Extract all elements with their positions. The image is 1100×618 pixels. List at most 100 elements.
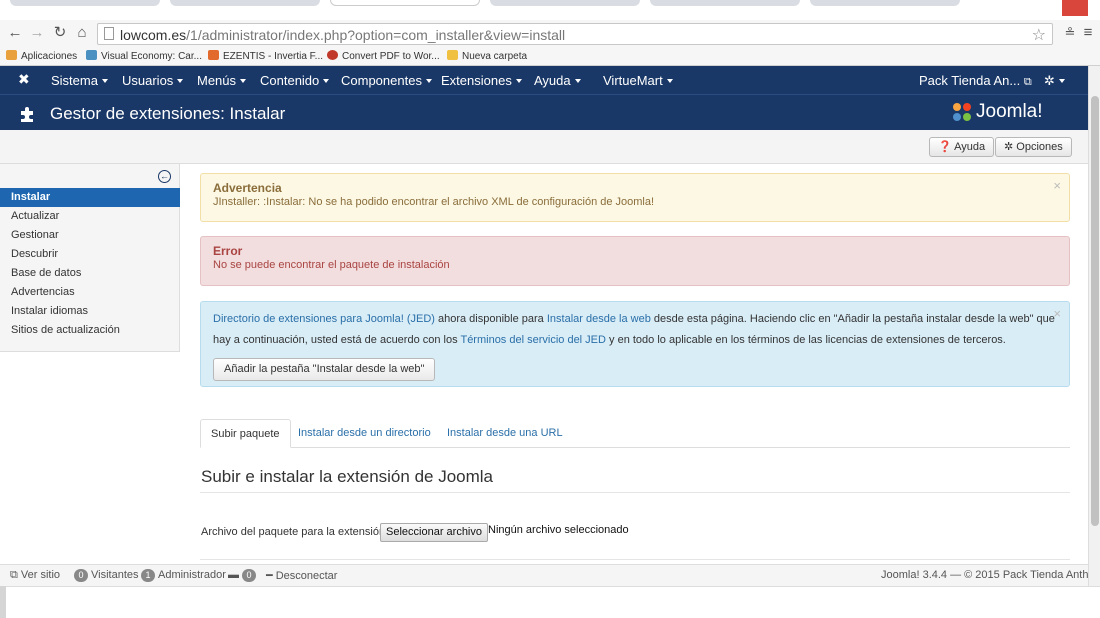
install-from-web-link[interactable]: Instalar desde la web bbox=[547, 313, 651, 325]
admins-status: 1 Administrador bbox=[141, 569, 226, 582]
options-button[interactable]: ✲ Opciones bbox=[995, 137, 1072, 157]
gear-icon: ✲ bbox=[1044, 73, 1055, 88]
warning-title: Advertencia bbox=[213, 181, 282, 195]
url-input[interactable]: lowcom.es/1/administrator/index.php?opti… bbox=[97, 23, 1053, 45]
visitors-status: 0 Visitantes bbox=[74, 569, 139, 582]
browser-tab-active[interactable] bbox=[330, 0, 480, 6]
chevron-down-icon bbox=[515, 79, 522, 83]
browser-tab-strip bbox=[0, 0, 1100, 20]
jed-info-alert: Directorio de extensiones para Joomla! (… bbox=[200, 301, 1070, 387]
back-arrow-icon[interactable]: ← bbox=[6, 24, 24, 42]
bookmark-star-icon[interactable]: ☆ bbox=[1032, 25, 1046, 45]
chevron-down-icon bbox=[240, 79, 247, 83]
url-path: /1/administrator/index.php?option=com_in… bbox=[186, 27, 566, 43]
menu-sistema[interactable]: Sistema bbox=[51, 73, 108, 88]
collapse-sidebar-icon[interactable]: ← bbox=[158, 170, 171, 183]
tab-instalar-url[interactable]: Instalar desde una URL bbox=[437, 419, 573, 448]
menu-usuarios[interactable]: Usuarios bbox=[122, 73, 184, 88]
chevron-down-icon bbox=[1058, 79, 1065, 83]
bookmark-item[interactable]: Convert PDF to Wor... bbox=[327, 50, 440, 62]
bookmark-apps[interactable]: Aplicaciones bbox=[6, 50, 77, 62]
chevron-down-icon bbox=[101, 79, 108, 83]
scrollbar-thumb[interactable] bbox=[1091, 96, 1099, 526]
page-title: Gestor de extensiones: Instalar bbox=[50, 104, 286, 123]
chevron-down-icon bbox=[425, 79, 432, 83]
browser-tab[interactable] bbox=[810, 0, 960, 6]
close-icon[interactable]: × bbox=[1053, 178, 1061, 193]
minus-icon: ━ bbox=[266, 570, 273, 582]
messages-status[interactable]: ▬ 0 bbox=[228, 569, 259, 582]
chevron-down-icon bbox=[177, 79, 184, 83]
forward-arrow-icon[interactable]: → bbox=[28, 24, 46, 42]
add-install-from-web-tab-button[interactable]: Añadir la pestaña "Instalar desde la web… bbox=[213, 358, 436, 381]
jed-directory-link[interactable]: Directorio de extensiones para Joomla! (… bbox=[213, 313, 435, 325]
sidebar-item-advertencias[interactable]: Advertencias bbox=[0, 283, 180, 302]
menu-componentes[interactable]: Componentes bbox=[341, 73, 432, 88]
file-field-label: Archivo del paquete para la extensión bbox=[201, 526, 386, 538]
menu-menus[interactable]: Menús bbox=[197, 73, 247, 88]
bookmark-folder[interactable]: Nueva carpeta bbox=[447, 50, 527, 62]
admins-badge: 1 bbox=[141, 569, 155, 582]
admin-top-menu: ✖ Sistema Usuarios Menús Contenido Compo… bbox=[0, 66, 1088, 94]
menu-ayuda[interactable]: Ayuda bbox=[534, 73, 581, 88]
extension-icon[interactable]: ≗ bbox=[1061, 24, 1079, 42]
close-icon[interactable]: × bbox=[1053, 306, 1061, 321]
warning-alert: Advertencia JInstaller: :Instalar: No se… bbox=[200, 173, 1070, 222]
page-icon bbox=[104, 27, 114, 40]
toolbar: ❓ Ayuda ✲ Opciones bbox=[0, 130, 1088, 164]
sidebar-item-actualizar[interactable]: Actualizar bbox=[0, 207, 180, 226]
browser-tab[interactable] bbox=[170, 0, 320, 6]
site-link[interactable]: Pack Tienda An... ⧉ bbox=[919, 73, 1032, 89]
bookmarks-bar: Aplicaciones Visual Economy: Car... EZEN… bbox=[0, 48, 1100, 66]
gear-icon: ✲ bbox=[1004, 141, 1014, 153]
user-settings-menu[interactable]: ✲ bbox=[1044, 73, 1065, 89]
divider bbox=[200, 559, 1070, 560]
status-bar: ⧉ Ver sitio 0 Visitantes 1 Administrador ▬… bbox=[0, 564, 1095, 586]
menu-contenido[interactable]: Contenido bbox=[260, 73, 330, 88]
footer-version: Joomla! 3.4.4 — © 2015 Pack Tienda Anthe bbox=[881, 569, 1095, 581]
warning-message: JInstaller: :Instalar: No se ha podido e… bbox=[213, 196, 655, 208]
menu-icon[interactable]: ≡ bbox=[1079, 24, 1097, 42]
url-host: lowcom.es bbox=[120, 27, 187, 43]
bookmark-favicon-icon bbox=[327, 50, 338, 60]
menu-virtuemart[interactable]: VirtueMart bbox=[603, 73, 673, 88]
vertical-scrollbar[interactable] bbox=[1088, 66, 1100, 586]
help-button[interactable]: ❓ Ayuda bbox=[929, 137, 995, 157]
sidebar-item-instalar-idiomas[interactable]: Instalar idiomas bbox=[0, 302, 180, 321]
sidebar: ← Instalar Actualizar Gestionar Descubri… bbox=[0, 164, 180, 352]
browser-tab[interactable] bbox=[650, 0, 800, 6]
error-alert: Error No se puede encontrar el paquete d… bbox=[200, 236, 1070, 286]
home-icon[interactable]: ⌂ bbox=[73, 24, 91, 42]
bookmark-favicon-icon bbox=[86, 50, 97, 60]
chevron-down-icon bbox=[574, 79, 581, 83]
bottom-edge bbox=[0, 586, 6, 618]
error-title: Error bbox=[213, 244, 243, 258]
bookmark-item[interactable]: EZENTIS - Invertia F... bbox=[208, 50, 323, 62]
folder-icon bbox=[447, 50, 458, 60]
window-close-button[interactable] bbox=[1062, 0, 1088, 16]
puzzle-icon bbox=[21, 107, 33, 122]
browser-tab[interactable] bbox=[490, 0, 640, 6]
external-link-icon: ⧉ bbox=[1023, 76, 1032, 88]
sidebar-item-descubrir[interactable]: Descubrir bbox=[0, 245, 180, 264]
error-message: No se puede encontrar el paquete de inst… bbox=[213, 259, 450, 271]
apps-grid-icon bbox=[6, 50, 17, 60]
choose-file-button[interactable]: Seleccionar archivo bbox=[380, 523, 488, 542]
bookmark-item[interactable]: Visual Economy: Car... bbox=[86, 50, 202, 62]
jed-terms-link[interactable]: Términos del servicio del JED bbox=[460, 334, 606, 346]
sidebar-item-base-de-datos[interactable]: Base de datos bbox=[0, 264, 180, 283]
browser-tab[interactable] bbox=[10, 0, 160, 6]
tab-subir-paquete[interactable]: Subir paquete bbox=[200, 419, 291, 448]
sidebar-item-gestionar[interactable]: Gestionar bbox=[0, 226, 180, 245]
sidebar-item-instalar[interactable]: Instalar bbox=[0, 188, 180, 207]
tab-instalar-directorio[interactable]: Instalar desde un directorio bbox=[288, 419, 441, 448]
logout-link[interactable]: ━ Desconectar bbox=[266, 569, 337, 582]
external-link-icon: ⧉ bbox=[10, 569, 18, 581]
menu-extensiones[interactable]: Extensiones bbox=[441, 73, 522, 88]
view-site-link[interactable]: ⧉ Ver sitio bbox=[10, 569, 60, 582]
reload-icon[interactable]: ↻ bbox=[51, 24, 69, 42]
joomla-logo-icon[interactable]: ✖ bbox=[18, 71, 30, 88]
address-bar: ← → ↻ ⌂ lowcom.es/1/administrator/index.… bbox=[0, 20, 1100, 48]
sidebar-item-sitios-actualizacion[interactable]: Sitios de actualización bbox=[0, 321, 180, 340]
chevron-down-icon bbox=[666, 79, 673, 83]
